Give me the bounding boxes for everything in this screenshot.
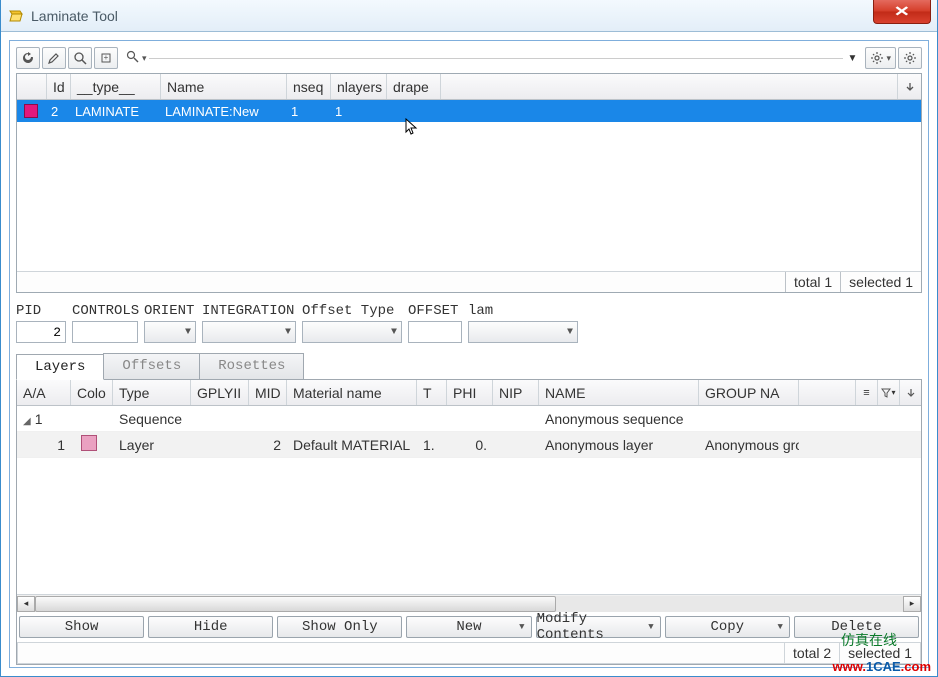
color-swatch (17, 104, 45, 118)
th-type[interactable]: __type__ (71, 74, 161, 99)
lth-name[interactable]: NAME (539, 380, 699, 405)
th-drape[interactable]: drape (387, 74, 441, 99)
th-id[interactable]: Id (47, 74, 71, 99)
show-button[interactable]: Show (19, 616, 144, 638)
cell-mid: 2 (249, 437, 287, 453)
th-swatch[interactable] (17, 74, 47, 99)
cell-nseq: 1 (285, 104, 329, 119)
property-form: PID CONTROLS ORIENT ▼ INTEGRATION ▼ Offs… (16, 293, 922, 349)
close-button[interactable]: ✕ (873, 0, 931, 24)
window-title: Laminate Tool (31, 8, 118, 24)
th-nlayers[interactable]: nlayers (331, 74, 387, 99)
toolbar-dropdown[interactable]: ▼ (845, 53, 859, 64)
cell-t: 1. (417, 437, 447, 453)
cell-matn: Default MATERIAL (287, 437, 417, 453)
lth-t[interactable]: T (417, 380, 447, 405)
watermark-text: 仿真在线 (841, 630, 897, 650)
cell-id: 2 (45, 104, 69, 119)
integration-label: INTEGRATION (202, 303, 296, 319)
pid-input[interactable] (16, 321, 66, 343)
horizontal-scrollbar[interactable]: ◂ ▸ (17, 594, 921, 612)
table-row[interactable]: 2 LAMINATE LAMINATE:New 1 1 (17, 100, 921, 122)
offset-type-select[interactable]: ▼ (302, 321, 402, 343)
scroll-right-icon[interactable]: ▸ (903, 596, 921, 612)
th-nseq[interactable]: nseq (287, 74, 331, 99)
cell-type: LAMINATE (69, 104, 159, 119)
status-selected: selected 1 (840, 272, 921, 292)
titlebar: Laminate Tool ✕ (1, 0, 937, 32)
laminate-table: Id __type__ Name nseq nlayers drape 2 LA… (16, 73, 922, 293)
refresh-button[interactable] (16, 47, 40, 69)
status-bar: total 1 selected 1 (17, 271, 921, 292)
tab-bar: Layers Offsets Rosettes (16, 353, 922, 380)
lower-status-bar: total 2 selected 1 (17, 642, 921, 664)
controls-input[interactable] (72, 321, 138, 343)
watermark-url: www.1CAE.com (833, 659, 932, 674)
lth-group[interactable]: GROUP NA (699, 380, 799, 405)
lth-nip[interactable]: NIP (493, 380, 539, 405)
lth-aa[interactable]: A/A (17, 380, 71, 405)
scroll-down-icon[interactable] (897, 74, 921, 99)
cell-name: Anonymous layer (539, 437, 699, 453)
layer-row[interactable]: ◢ 1 Sequence Anonymous sequence (17, 406, 921, 432)
orient-select[interactable]: ▼ (144, 321, 196, 343)
search-input[interactable] (149, 58, 844, 59)
pid-label: PID (16, 303, 66, 319)
zoom-button[interactable] (68, 47, 92, 69)
brush-button[interactable] (42, 47, 66, 69)
hide-button[interactable]: Hide (148, 616, 273, 638)
integration-select[interactable]: ▼ (202, 321, 296, 343)
cell-phi: 0. (447, 437, 493, 453)
offset-type-label: Offset Type (302, 303, 402, 319)
show-only-button[interactable]: Show Only (277, 616, 402, 638)
scroll-down-icon[interactable] (899, 380, 921, 405)
tab-rosettes[interactable]: Rosettes (199, 353, 304, 379)
status-total: total 2 (784, 643, 839, 663)
svg-text:+: + (104, 53, 109, 62)
orient-label: ORIENT (144, 303, 196, 319)
cell-type: Sequence (113, 411, 191, 427)
lth-phi[interactable]: PHI (447, 380, 493, 405)
offset-label: OFFSET (408, 303, 462, 319)
layers-table: A/A Colo Type GPLYII MID Material name T… (16, 380, 922, 665)
status-total: total 1 (785, 272, 840, 292)
expand-button[interactable]: + (94, 47, 118, 69)
button-row: Show Hide Show Only New Modify Contents … (17, 612, 921, 642)
cell-name: Anonymous sequence (539, 411, 699, 427)
cell-type: Layer (113, 437, 191, 453)
settings-button-2[interactable] (898, 47, 922, 69)
controls-label: CONTROLS (72, 303, 138, 319)
new-button[interactable]: New (406, 616, 531, 638)
collapse-icon[interactable]: ◢ (23, 416, 31, 427)
lth-gply[interactable]: GPLYII (191, 380, 249, 405)
cell-nlayers: 1 (329, 104, 385, 119)
cell-aa: 1 (17, 437, 71, 453)
th-name[interactable]: Name (161, 74, 287, 99)
lam-label: lam (468, 303, 578, 319)
lth-matn[interactable]: Material name (287, 380, 417, 405)
settings-button[interactable]: ▾ (865, 47, 896, 69)
copy-button[interactable]: Copy (665, 616, 790, 638)
cell-name: LAMINATE:New (159, 104, 285, 119)
lth-type[interactable]: Type (113, 380, 191, 405)
filter-icon[interactable]: ▾ (877, 380, 899, 405)
cell-group: Anonymous group (699, 437, 799, 453)
lam-select[interactable]: ▼ (468, 321, 578, 343)
cell-colo (71, 435, 113, 454)
table-header: Id __type__ Name nseq nlayers drape (17, 74, 921, 100)
lth-mid[interactable]: MID (249, 380, 287, 405)
toolbar: + ▾ ▼ ▾ (16, 47, 922, 73)
layer-row[interactable]: 1 Layer 2 Default MATERIAL 1. 0. Anonymo… (17, 432, 921, 458)
app-icon (7, 7, 25, 25)
offset-input[interactable] (408, 321, 462, 343)
cell-aa: 1 (35, 411, 43, 427)
list-icon[interactable]: ≡ (855, 380, 877, 405)
tab-offsets[interactable]: Offsets (103, 353, 200, 379)
tab-layers[interactable]: Layers (16, 354, 104, 380)
modify-contents-button[interactable]: Modify Contents (536, 616, 661, 638)
scroll-left-icon[interactable]: ◂ (17, 596, 35, 612)
lth-colo[interactable]: Colo (71, 380, 113, 405)
color-swatch (81, 435, 97, 451)
